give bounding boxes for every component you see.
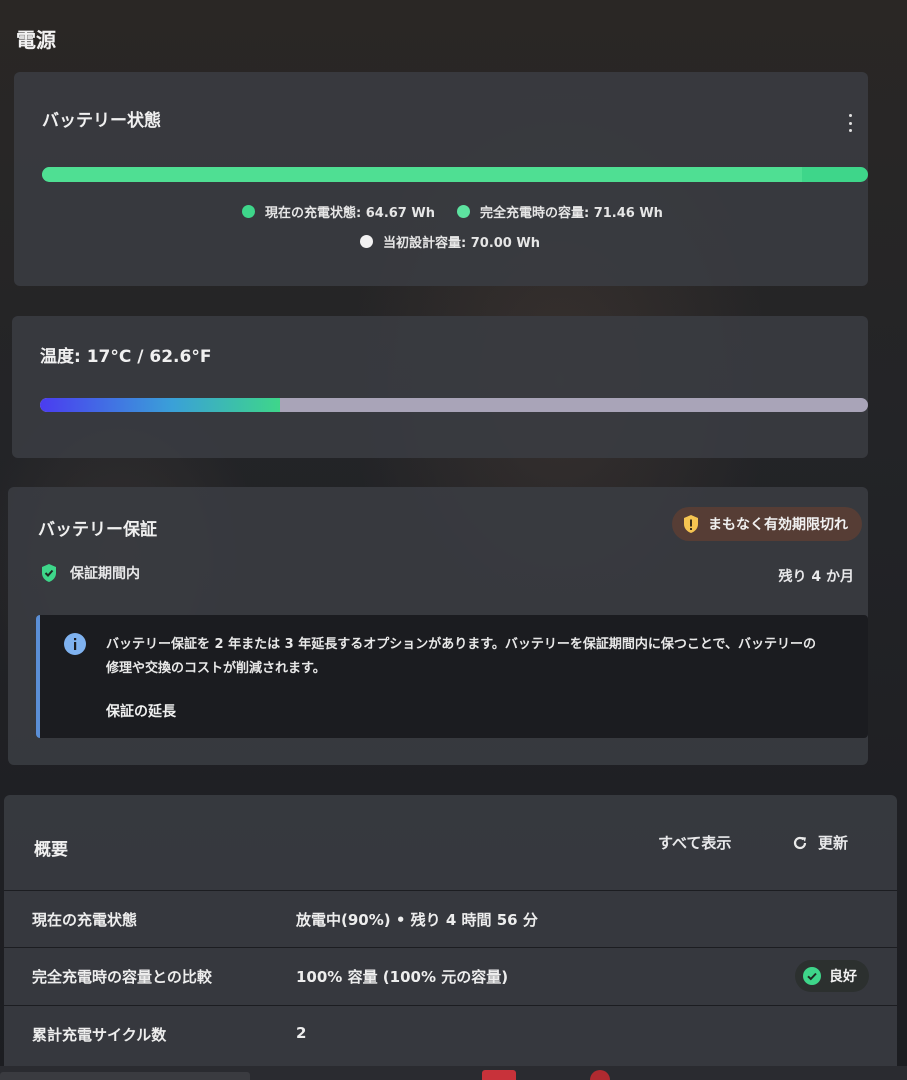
warranty-status: 保証期間内 (40, 563, 140, 583)
refresh-button[interactable]: 更新 (792, 832, 848, 853)
check-circle-icon (803, 967, 821, 985)
battery-status-card: バッテリー状態 現在の充電状態: 64.67 Wh 完全充電時の容量: 71.4… (14, 72, 868, 286)
temperature-level-fill (40, 398, 281, 412)
warranty-info-text: バッテリー保証を 2 年または 3 年延長するオプションがあります。バッテリーを… (106, 633, 816, 681)
overview-title: 概要 (34, 840, 68, 860)
row-value: 100% 容量 (100% 元の容量) (296, 968, 509, 986)
refresh-label: 更新 (818, 834, 849, 852)
warranty-title: バッテリー保証 (38, 520, 157, 540)
warranty-info-line1: バッテリー保証を 2 年または 3 年延長するオプションがあります。バッテリーを… (106, 637, 816, 652)
battery-legend-bottom: 当初設計容量: 70.00 Wh (360, 232, 562, 251)
warning-shield-icon (684, 515, 698, 533)
warranty-status-label: 保証期間内 (70, 566, 140, 582)
battery-current-fill (42, 167, 802, 182)
battery-legend-top: 現在の充電状態: 64.67 Wh 完全充電時の容量: 71.46 Wh (242, 202, 685, 221)
full-dot-icon (456, 205, 470, 218)
row-label: 累計充電サイクル数 (32, 1026, 167, 1044)
current-dot-icon (242, 205, 255, 218)
good-badge: 良好 (795, 960, 869, 992)
overview-row-charge-state: 現在の充電状態 放電中(90%) • 残り 4 時間 56 分 (4, 890, 897, 947)
show-all-button[interactable]: すべて表示 (658, 832, 731, 853)
info-icon (64, 633, 86, 655)
legend-current-label: 現在の充電状態: 64.67 Wh (265, 206, 435, 221)
legend-full-label: 完全充電時の容量: 71.46 Wh (479, 206, 663, 221)
row-label: 完全充電時の容量との比較 (32, 968, 212, 986)
page-title: 電源 (16, 28, 56, 52)
warranty-remaining: 残り 4 か月 (778, 569, 855, 585)
warranty-info-line2: 修理や交換のコストが削減されます。 (106, 661, 326, 676)
refresh-icon (793, 836, 807, 849)
taskbar-app-icon[interactable] (482, 1070, 516, 1080)
taskbar (0, 1066, 907, 1080)
expiring-soon-badge: まもなく有効期限切れ (672, 507, 862, 541)
temperature-card: 温度: 17°C / 62.6°F (12, 316, 868, 458)
legend-current: 現在の充電状態: 64.67 Wh (242, 202, 435, 221)
good-badge-label: 良好 (829, 969, 857, 985)
overview-row-capacity-compare: 完全充電時の容量との比較 100% 容量 (100% 元の容量) 良好 (4, 947, 897, 1004)
row-label: 現在の充電状態 (32, 911, 138, 929)
overview-card: 概要 すべて表示 更新 現在の充電状態 放電中(90%) • 残り 4 時間 5… (4, 795, 897, 1080)
temperature-label: 温度: 17°C / 62.6°F (40, 347, 212, 367)
design-dot-icon (360, 235, 373, 248)
battery-status-title: バッテリー状態 (42, 111, 161, 131)
row-value: 2 (296, 1024, 307, 1042)
extend-warranty-link[interactable]: 保証の延長 (106, 701, 176, 721)
legend-design-label: 当初設計容量: 70.00 Wh (383, 236, 540, 251)
legend-design: 当初設計容量: 70.00 Wh (360, 232, 540, 251)
row-value: 放電中(90%) • 残り 4 時間 56 分 (296, 911, 538, 929)
temperature-bar (40, 398, 868, 412)
expiring-soon-label: まもなく有効期限切れ (708, 517, 848, 533)
more-options-icon[interactable] (846, 114, 854, 132)
taskbar-app-icon[interactable] (590, 1070, 610, 1080)
taskbar-search[interactable] (0, 1072, 250, 1080)
battery-capacity-bar (42, 167, 868, 182)
overview-row-cycle-count: 累計充電サイクル数 2 (4, 1005, 897, 1062)
battery-warranty-card: バッテリー保証 まもなく有効期限切れ 保証期間内 残り 4 か月 バッテリー保証… (8, 487, 868, 765)
legend-full: 完全充電時の容量: 71.46 Wh (456, 202, 663, 221)
check-shield-icon (42, 564, 56, 582)
warranty-info-box: バッテリー保証を 2 年または 3 年延長するオプションがあります。バッテリーを… (36, 615, 868, 738)
